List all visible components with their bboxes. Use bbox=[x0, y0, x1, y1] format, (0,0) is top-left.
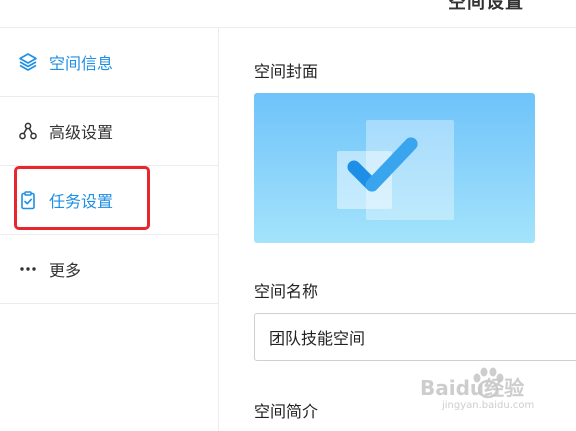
settings-sidebar: 空间信息 高级设置 任务设置 更多 bbox=[0, 28, 219, 431]
sidebar-item-label: 更多 bbox=[49, 261, 82, 280]
sidebar-item-space-info[interactable]: 空间信息 bbox=[0, 28, 218, 97]
sidebar-item-label: 空间信息 bbox=[49, 54, 114, 73]
sidebar-item-more[interactable]: 更多 bbox=[0, 235, 218, 304]
page-title: 空间设置 bbox=[448, 0, 524, 13]
sidebar-item-task-settings[interactable]: 任务设置 bbox=[0, 166, 218, 235]
more-dots-icon bbox=[18, 259, 38, 279]
sidebar-item-label: 高级设置 bbox=[49, 123, 114, 142]
name-label: 空间名称 bbox=[254, 282, 319, 301]
intro-label: 空间简介 bbox=[254, 402, 319, 421]
space-name-input[interactable] bbox=[254, 313, 576, 361]
sidebar-item-label: 任务设置 bbox=[49, 192, 114, 211]
space-settings-page: 空间设置 空间信息 高级设置 任务设置 更多 空间封面 空间名称 团队技能空间 … bbox=[0, 0, 576, 431]
cover-label: 空间封面 bbox=[254, 62, 319, 81]
space-cover-image[interactable] bbox=[254, 93, 535, 243]
network-nodes-icon bbox=[18, 121, 38, 141]
checkmark-cover-icon bbox=[337, 120, 454, 220]
top-header: 空间设置 bbox=[0, 0, 576, 28]
layers-icon bbox=[18, 52, 38, 72]
clipboard-check-icon bbox=[18, 190, 38, 210]
main-content: 空间封面 空间名称 空间简介 bbox=[219, 28, 576, 431]
sidebar-item-advanced-settings[interactable]: 高级设置 bbox=[0, 97, 218, 166]
